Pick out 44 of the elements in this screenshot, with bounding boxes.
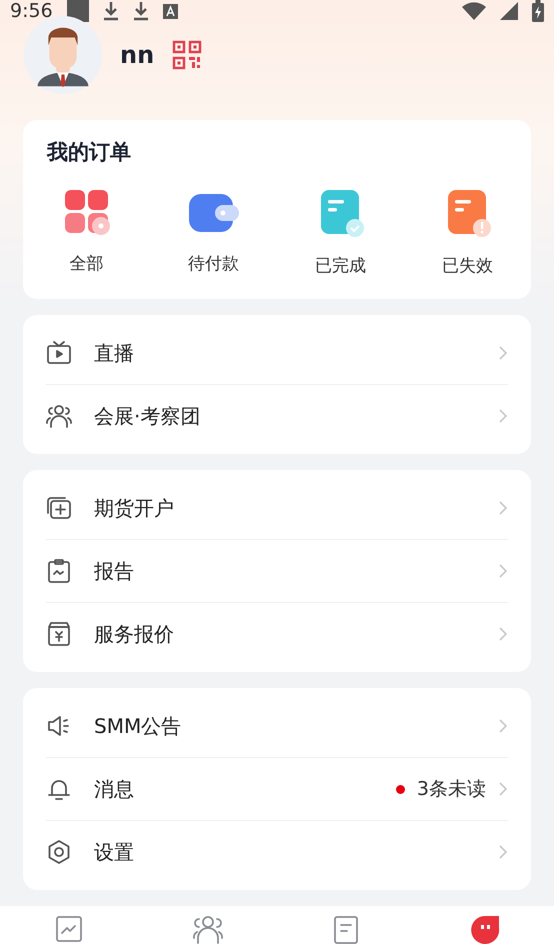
menu-item[interactable]: 会展·考察团	[94, 402, 498, 430]
wifi-icon	[462, 2, 486, 20]
people-icon[interactable]	[192, 914, 224, 944]
chevron-icon	[498, 844, 508, 860]
keyboard-icon	[162, 4, 178, 18]
price-box-icon	[46, 621, 72, 647]
avatar[interactable]	[24, 16, 102, 94]
chevron-icon	[498, 626, 508, 642]
speaker-icon	[46, 713, 72, 739]
settings-icon	[46, 839, 72, 865]
clipboard-icon	[46, 558, 72, 584]
menu-item[interactable]: 直播	[94, 340, 498, 366]
profile-tab-icon[interactable]	[468, 914, 501, 944]
tv-icon	[46, 340, 72, 366]
order-status-button[interactable]: 已完成	[277, 188, 404, 277]
chevron-icon	[498, 500, 508, 516]
menu-item[interactable]: 期货开户	[94, 494, 498, 522]
menu-item[interactable]: 服务报价	[94, 620, 498, 648]
document-icon[interactable]	[332, 914, 360, 944]
menu-item[interactable]: 报告	[94, 558, 498, 584]
chevron-icon	[498, 718, 508, 734]
chevron-icon	[498, 563, 508, 579]
chevron-icon	[498, 345, 508, 361]
signal-icon	[500, 2, 518, 20]
people-icon	[46, 403, 72, 429]
order-status-button[interactable]: 已失效	[404, 188, 531, 277]
menu-item[interactable]: 消息	[94, 776, 396, 802]
username: nn	[120, 41, 154, 69]
add-card-icon	[46, 495, 72, 521]
order-status-button[interactable]: 待付款	[150, 188, 277, 277]
unread-count: 3条未读	[416, 777, 486, 802]
order-status-button[interactable]: 全部	[23, 188, 150, 277]
orders-title: 我的订单	[46, 139, 132, 166]
battery-icon	[532, 0, 544, 22]
menu-item[interactable]: 设置	[94, 838, 498, 866]
chevron-icon	[498, 408, 508, 424]
qr-code-icon[interactable]	[172, 40, 202, 70]
chevron-icon	[498, 781, 508, 797]
grid-icon	[62, 188, 110, 236]
status-time: 9:56	[10, 0, 53, 22]
download-icon	[102, 1, 119, 21]
menu-item[interactable]: SMM公告	[94, 712, 498, 740]
chart-icon[interactable]	[54, 914, 84, 944]
download-icon	[132, 1, 149, 21]
